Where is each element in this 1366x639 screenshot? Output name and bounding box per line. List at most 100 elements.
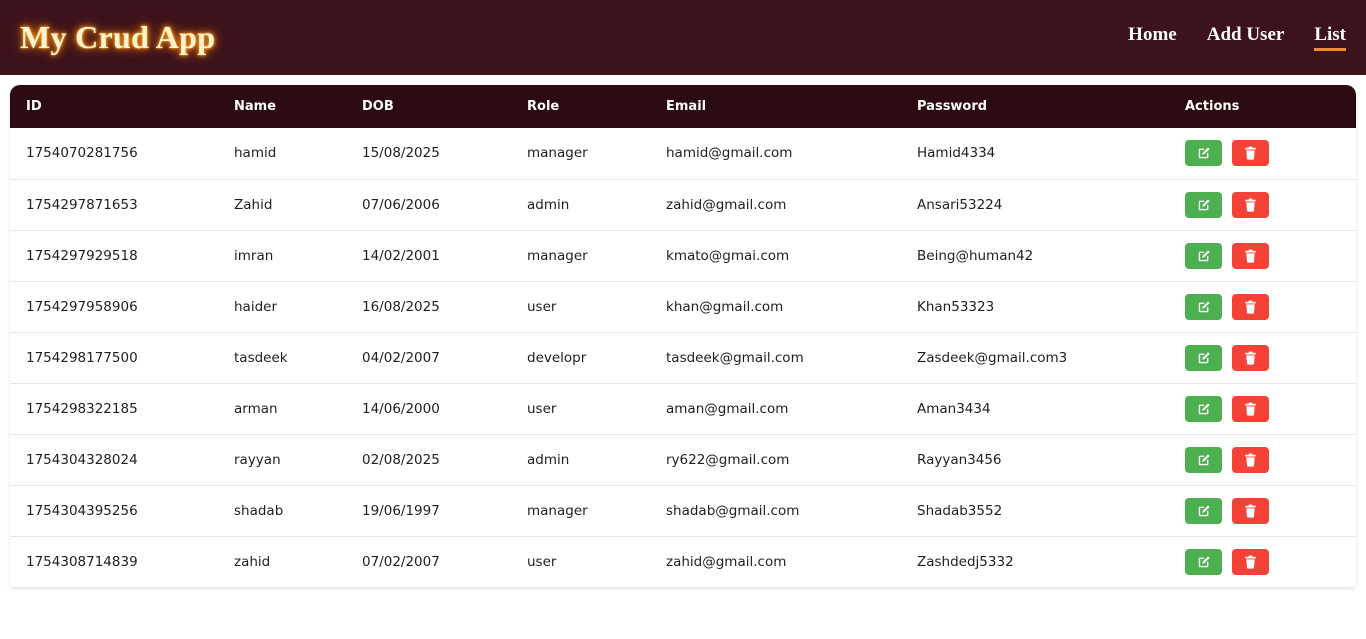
cell-email: tasdeek@gmail.com [666,349,804,366]
cell-dob: 19/06/1997 [362,502,440,519]
cell-role: admin [527,196,570,213]
nav-links: Home Add User List [1098,24,1346,51]
table-row: 1754308714839 zahid 07/02/2007 user zahi… [10,536,1356,587]
cell-role: user [527,400,557,417]
cell-email: zahid@gmail.com [666,196,787,213]
column-header-dob: DOB [362,99,394,114]
cell-role: manager [527,247,588,264]
cell-id: 1754297871653 [26,196,138,213]
cell-role: developr [527,349,587,366]
cell-name: shadab [234,502,284,519]
edit-icon [1197,198,1211,212]
edit-button[interactable] [1185,140,1222,167]
column-header-name: Name [234,99,277,114]
edit-button[interactable] [1185,446,1222,473]
cell-email: kmato@gmai.com [666,247,790,264]
table-row: 1754070281756 hamid 15/08/2025 manager h… [10,128,1356,179]
cell-id: 1754297958906 [26,298,138,315]
table-row: 1754298177500 tasdeek 04/02/2007 develop… [10,332,1356,383]
delete-button[interactable] [1232,446,1269,473]
column-header-id: ID [26,99,42,114]
cell-name: Zahid [234,196,273,213]
cell-id: 1754298177500 [26,349,138,366]
delete-button[interactable] [1232,293,1269,320]
column-header-actions: Actions [1185,99,1240,114]
table-row: 1754298322185 arman 14/06/2000 user aman… [10,383,1356,434]
cell-dob: 14/02/2001 [362,247,440,264]
trash-icon [1244,504,1257,518]
cell-actions [1169,179,1356,230]
cell-role: user [527,298,557,315]
trash-icon [1244,198,1257,212]
cell-id: 1754070281756 [26,145,138,162]
edit-icon [1197,249,1211,263]
cell-email: shadab@gmail.com [666,502,800,519]
edit-icon [1197,300,1211,314]
cell-dob: 15/08/2025 [362,145,440,162]
cell-password: Shadab3552 [917,502,1003,519]
cell-dob: 07/06/2006 [362,196,440,213]
cell-password: Ansari53224 [917,196,1003,213]
delete-button[interactable] [1232,242,1269,269]
cell-id: 1754304328024 [26,451,138,468]
cell-name: haider [234,298,278,315]
edit-button[interactable] [1185,395,1222,422]
cell-password: Zasdeek@gmail.com3 [917,349,1068,366]
cell-dob: 16/08/2025 [362,298,440,315]
edit-button[interactable] [1185,497,1222,524]
table-row: 1754297871653 Zahid 07/06/2006 admin zah… [10,179,1356,230]
cell-password: Being@human42 [917,247,1034,264]
cell-email: hamid@gmail.com [666,145,793,162]
cell-email: aman@gmail.com [666,400,789,417]
cell-password: Khan53323 [917,298,995,315]
delete-button[interactable] [1232,191,1269,218]
trash-icon [1244,146,1257,160]
cell-actions [1169,485,1356,536]
cell-dob: 02/08/2025 [362,451,440,468]
table-row: 1754304395256 shadab 19/06/1997 manager … [10,485,1356,536]
delete-button[interactable] [1232,395,1269,422]
column-header-role: Role [527,99,560,114]
delete-button[interactable] [1232,344,1269,371]
cell-name: rayyan [234,451,281,468]
trash-icon [1244,249,1257,263]
cell-actions [1169,536,1356,587]
table-body: 1754070281756 hamid 15/08/2025 manager h… [10,128,1356,587]
cell-password: Aman3434 [917,400,991,417]
cell-actions [1169,332,1356,383]
edit-icon [1197,351,1211,365]
delete-button[interactable] [1232,140,1269,167]
edit-icon [1197,453,1211,467]
nav-home-link[interactable]: Home [1128,24,1177,51]
cell-dob: 14/06/2000 [362,400,440,417]
edit-icon [1197,504,1211,518]
edit-button[interactable] [1185,242,1222,269]
cell-name: zahid [234,553,271,570]
cell-role: admin [527,451,570,468]
cell-id: 1754304395256 [26,502,138,519]
edit-button[interactable] [1185,191,1222,218]
cell-dob: 07/02/2007 [362,553,440,570]
edit-icon [1197,402,1211,416]
users-table-container: ID Name DOB Role Email Password Actions … [10,85,1356,588]
app-title: My Crud App [20,19,216,55]
navbar: My Crud App Home Add User List [0,0,1366,75]
cell-dob: 04/02/2007 [362,349,440,366]
trash-icon [1244,555,1257,569]
table-header-row: ID Name DOB Role Email Password Actions [10,85,1356,128]
delete-button[interactable] [1232,497,1269,524]
cell-actions [1169,128,1356,179]
delete-button[interactable] [1232,548,1269,575]
cell-password: Hamid4334 [917,145,996,162]
nav-list-link[interactable]: List [1314,24,1346,51]
users-table: ID Name DOB Role Email Password Actions … [10,85,1356,588]
cell-id: 1754308714839 [26,553,138,570]
edit-button[interactable] [1185,293,1222,320]
column-header-password: Password [917,99,988,114]
table-row: 1754297929518 imran 14/02/2001 manager k… [10,230,1356,281]
nav-add-user-link[interactable]: Add User [1207,24,1285,51]
cell-role: user [527,553,557,570]
edit-icon [1197,146,1211,160]
edit-button[interactable] [1185,548,1222,575]
edit-button[interactable] [1185,344,1222,371]
